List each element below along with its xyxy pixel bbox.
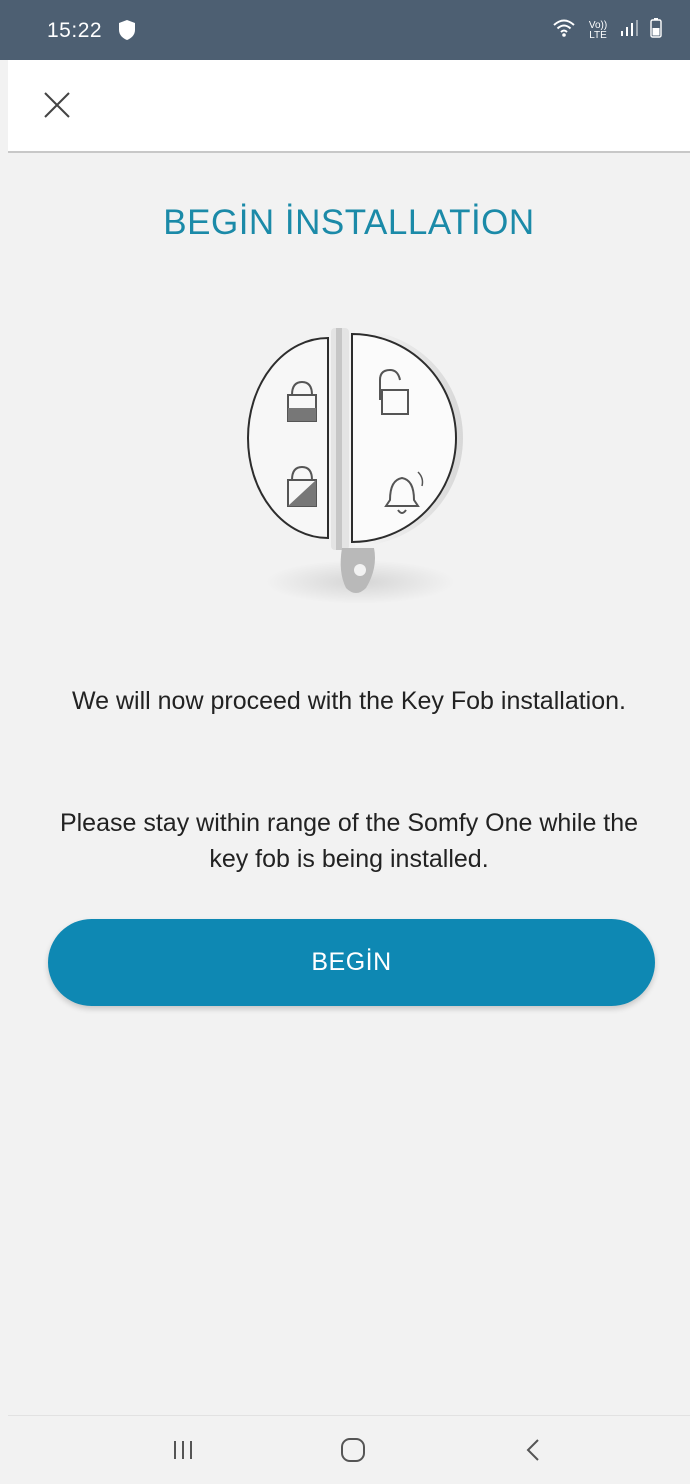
status-time: 15:22 [47,19,103,42]
signal-icon [620,19,640,42]
home-icon[interactable] [333,1432,373,1468]
page-title: BEGİN İNSTALLATİON [163,203,535,242]
range-message: Please stay within range of the Somfy On… [59,809,639,873]
back-icon[interactable] [513,1432,553,1468]
status-icons: Vo)) LTE [552,18,662,43]
battery-icon [650,18,662,43]
install-message: We will now proceed with the Key Fob ins… [72,687,626,715]
volte-icon: Vo)) LTE [586,19,610,41]
key-fob-illustration [247,328,463,604]
wifi-icon [552,18,576,43]
main-content: BEGİN İNSTALLATİON We will now proceed w… [8,155,690,1415]
begin-button[interactable]: BEGİN [48,919,655,1006]
app-header [8,60,690,153]
recents-icon[interactable] [163,1432,203,1468]
volte-top-label: Vo)) [588,19,608,31]
volte-bottom-label: LTE [589,29,607,41]
shield-icon [119,20,135,40]
close-icon[interactable] [42,90,72,120]
status-bar: 15:22 Vo)) LTE [0,0,690,60]
navigation-bar [8,1415,690,1484]
